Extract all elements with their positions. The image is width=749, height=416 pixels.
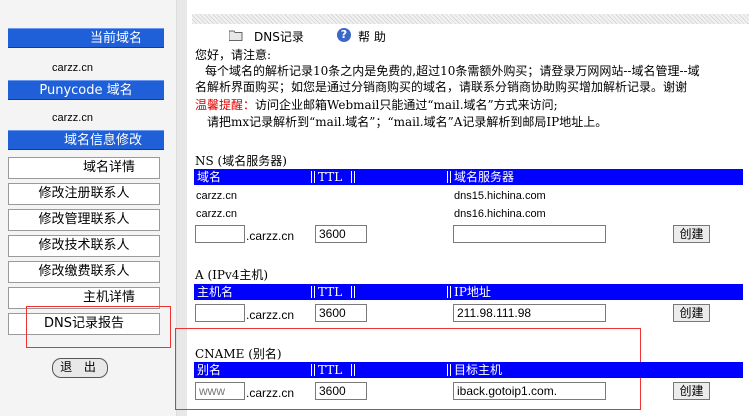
ns-header-domain: 域名 — [197, 170, 222, 184]
ns-header-server: 域名服务器 — [454, 170, 515, 184]
notice-line-4: 请把mx记录解析到“mail.域名”；“mail.域名”A记录解析到邮局IP地址… — [207, 115, 608, 129]
column-separator — [351, 286, 355, 298]
ns-row-2-server: dns16.hichina.com — [454, 208, 546, 220]
column-separator — [447, 286, 451, 298]
sidebar: 当前域名 carzz.cn Punycode 域名 carzz.cn 域名信息修… — [0, 0, 176, 416]
modify-admin-contact-button[interactable]: 修改管理联系人 — [8, 209, 160, 231]
a-section-title: A (IPv4主机) — [195, 268, 269, 282]
cname-section-title: CNAME (别名) — [195, 347, 282, 361]
ns-name-input[interactable] — [195, 225, 245, 243]
notice-line-2: 名解析界面购买；如您是通过分销商购买的域名，请联系分销商协助购买增加解析记录。谢… — [195, 80, 688, 94]
top-pattern-bar — [192, 14, 749, 24]
a-header-host: 主机名 — [197, 285, 234, 299]
ns-suffix: .carzz.cn — [246, 229, 295, 243]
cname-ttl-input[interactable] — [315, 382, 367, 400]
a-ip-input[interactable] — [453, 304, 606, 322]
cname-suffix: .carzz.cn — [246, 386, 295, 400]
notice-warning: 温馨提醒：访问企业邮箱Webmail只能通过“mail.域名”方式来访问; — [195, 97, 558, 113]
sidebar-highlight-box — [26, 306, 171, 348]
modify-registrant-button[interactable]: 修改注册联系人 — [8, 183, 160, 205]
dns-records-link[interactable]: DNS记录 — [254, 28, 304, 45]
cname-table-header: 别名 TTL 目标主机 — [194, 362, 743, 378]
a-header-ttl: TTL — [318, 285, 343, 299]
ns-server-input[interactable] — [453, 225, 606, 243]
ns-row-1-server: dns15.hichina.com — [454, 190, 546, 202]
ns-header-ttl: TTL — [318, 170, 343, 184]
column-separator — [351, 364, 355, 376]
notice-greeting: 您好，请注意: — [195, 48, 272, 62]
folder-icon — [229, 30, 243, 41]
help-link[interactable]: 帮 助 — [358, 28, 386, 45]
logout-button[interactable]: 退 出 — [52, 358, 108, 378]
column-separator — [351, 171, 355, 183]
punycode-value: carzz.cn — [52, 112, 93, 124]
cname-create-button[interactable]: 创建 — [673, 382, 710, 400]
column-separator — [311, 171, 315, 183]
cname-target-input[interactable] — [453, 382, 606, 400]
column-separator — [311, 286, 315, 298]
column-separator — [447, 171, 451, 183]
ns-section-title: NS (域名服务器) — [195, 154, 287, 168]
ns-row-2-domain: carzz.cn — [196, 208, 237, 220]
cname-header-ttl: TTL — [318, 363, 343, 377]
ns-row-1-domain: carzz.cn — [196, 190, 237, 202]
cname-header-target: 目标主机 — [454, 363, 503, 377]
warning-text: 访问企业邮箱Webmail只能通过“mail.域名”方式来访问; — [255, 98, 558, 112]
ns-table-header: 域名 TTL 域名服务器 — [194, 169, 743, 185]
a-ttl-input[interactable] — [315, 304, 367, 322]
a-create-button[interactable]: 创建 — [673, 304, 710, 322]
ns-create-button[interactable]: 创建 — [673, 225, 710, 243]
a-suffix: .carzz.cn — [246, 308, 295, 322]
punycode-label: Punycode 域名 — [8, 80, 164, 100]
a-header-ip: IP地址 — [454, 285, 491, 299]
help-icon[interactable]: ? — [337, 28, 351, 42]
a-table-header: 主机名 TTL IP地址 — [194, 284, 743, 300]
notice-line-1: 每个域名的解析记录10条之内是免费的,超过10条需额外购买；请登录万网网站--域… — [205, 64, 700, 78]
current-domain-label: 当前域名 — [8, 28, 164, 48]
domain-details-button[interactable]: 域名详情 — [8, 157, 160, 179]
warning-label: 温馨提醒： — [195, 98, 256, 112]
column-separator — [447, 364, 451, 376]
cname-header-alias: 别名 — [197, 363, 222, 377]
toolbar: DNS记录 ? 帮 助 — [192, 24, 749, 46]
column-separator — [311, 364, 315, 376]
modify-billing-contact-button[interactable]: 修改缴费联系人 — [8, 261, 160, 283]
cname-alias-input[interactable] — [195, 382, 245, 400]
modify-tech-contact-button[interactable]: 修改技术联系人 — [8, 235, 160, 257]
ns-ttl-input[interactable] — [315, 225, 367, 243]
domain-info-modify-label: 域名信息修改 — [8, 130, 164, 150]
current-domain-value: carzz.cn — [52, 62, 93, 74]
a-host-input[interactable] — [195, 304, 245, 322]
